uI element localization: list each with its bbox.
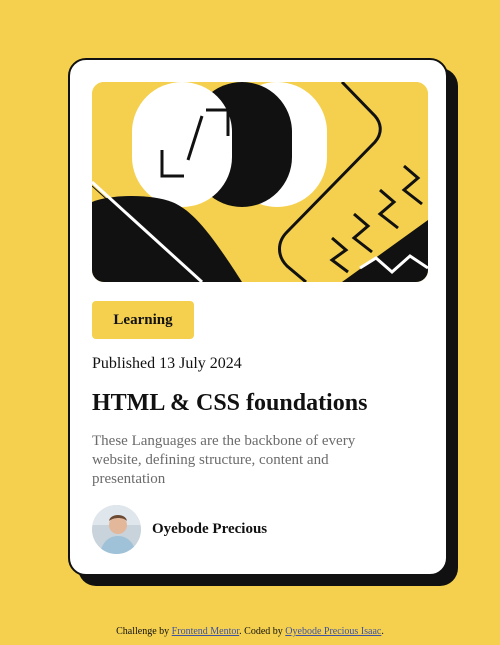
author-name: Oyebode Precious [152, 520, 268, 537]
attribution-footer: Challenge by Frontend Mentor. Coded by O… [0, 625, 500, 638]
card-title[interactable]: HTML & CSS foundations [92, 388, 367, 418]
author-info: Oyebode Precious [92, 504, 267, 554]
category-badge: Learning [92, 301, 194, 339]
author-profile-link[interactable]: Oyebode Precious Isaac [285, 626, 381, 637]
attribution-suffix: . [381, 626, 384, 637]
attribution-middle: . Coded by [239, 626, 283, 637]
frontend-mentor-link[interactable]: Frontend Mentor [172, 626, 240, 637]
published-date: Published 13 July 2024 [92, 355, 242, 372]
attribution-prefix: Challenge by [116, 626, 170, 637]
hero-illustration [92, 82, 428, 282]
author-avatar-icon [92, 504, 141, 554]
abstract-shapes-illustration-icon [92, 82, 428, 282]
card-description: These Languages are the backbone of ever… [92, 433, 356, 487]
avatar [92, 504, 141, 554]
blog-preview-card: Learning Published 13 July 2024 HTML & C… [68, 58, 448, 576]
